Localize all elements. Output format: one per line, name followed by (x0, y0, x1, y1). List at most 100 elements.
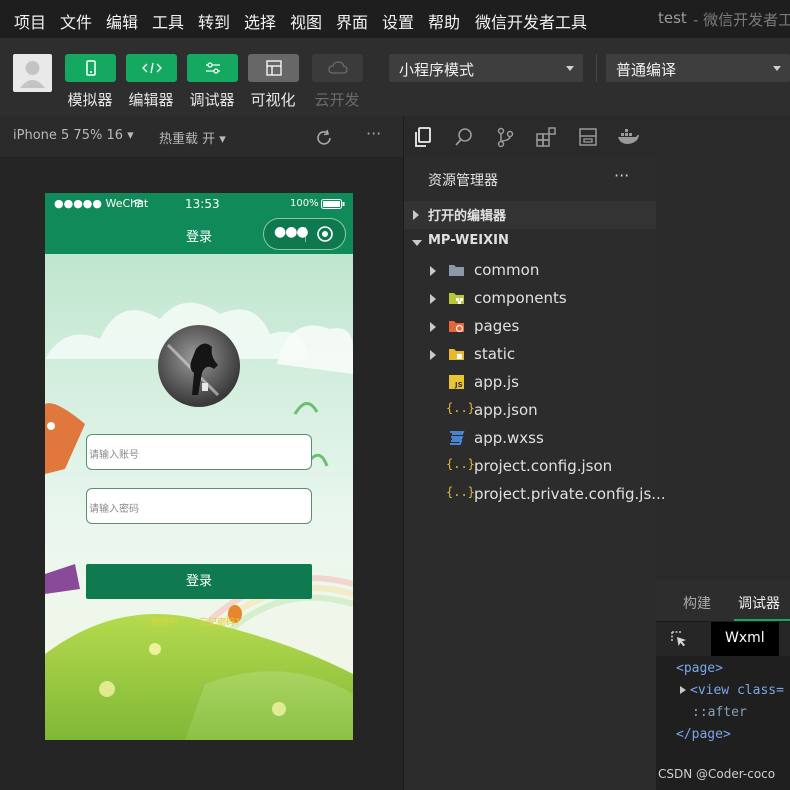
chevron-right-icon (430, 350, 436, 360)
tree-item-static[interactable]: static (404, 341, 656, 369)
menu-select[interactable]: 选择 (244, 9, 276, 33)
more-icon[interactable]: ··· (366, 124, 381, 143)
compile-select-value: 普通编译 (616, 61, 677, 79)
editor-button[interactable] (126, 54, 177, 82)
menu-interface[interactable]: 界面 (336, 9, 368, 33)
code-line-page-open[interactable]: <page> (676, 661, 723, 676)
tree-item-project-private-config[interactable]: {..} project.private.config.js... (404, 481, 666, 509)
editor-label[interactable]: 编辑器 (121, 89, 181, 110)
battery-icon (321, 199, 345, 209)
open-editors-section[interactable]: 打开的编辑器 (404, 201, 656, 229)
explorer-icon[interactable] (412, 126, 434, 148)
toolbar: 模拟器 编辑器 调试器 可视化 云开发 小程序模式 普通编译 (0, 38, 790, 116)
menu-edit[interactable]: 编辑 (106, 9, 138, 33)
password-placeholder: 请输入密码 (89, 504, 139, 515)
tree-item-label: pages (474, 317, 520, 335)
account-input[interactable]: 请输入账号 (86, 434, 312, 470)
window-title: test (658, 9, 687, 27)
extensions-icon[interactable] (535, 126, 557, 148)
phone-nav-bar: 登录 ●●● (45, 215, 353, 254)
toolbar-divider (596, 54, 597, 82)
capsule-menu: ●●● (263, 218, 346, 250)
tree-item-app-js[interactable]: JS app.js (404, 369, 656, 397)
chevron-down-icon (566, 66, 574, 71)
menu-project[interactable]: 项目 (14, 9, 46, 33)
chevron-right-icon (430, 294, 436, 304)
debugger-tabs: 构建 调试器 (656, 580, 790, 622)
chevron-down-icon (773, 66, 781, 71)
mode-select-value: 小程序模式 (399, 61, 475, 79)
chevron-right-icon (430, 322, 436, 332)
tree-item-label: app.js (474, 373, 519, 391)
visual-label[interactable]: 可视化 (243, 89, 303, 110)
forgot-password-link[interactable]: 忘记密码? (199, 615, 240, 628)
hot-reload-label: 热重载 开 (159, 132, 216, 147)
code-line-page-close[interactable]: </page> (676, 727, 731, 742)
new-user-link[interactable]: 新用户 (151, 615, 178, 628)
simulator-label[interactable]: 模拟器 (60, 89, 120, 110)
tree-item-app-wxss[interactable]: app.wxss (404, 425, 656, 453)
search-icon[interactable] (453, 126, 475, 148)
menu-help[interactable]: 帮助 (428, 9, 460, 33)
phone-status-bar: ●●●●● WeChat 13:53 100% (45, 193, 353, 215)
source-control-icon[interactable] (494, 126, 516, 148)
phone-icon (85, 60, 96, 76)
capsule-close-icon[interactable] (316, 225, 334, 243)
active-tab-indicator (734, 619, 790, 621)
avatar[interactable] (13, 54, 52, 92)
tab-build[interactable]: 构建 (683, 593, 711, 613)
menu-goto[interactable]: 转到 (198, 9, 230, 33)
refresh-icon[interactable] (314, 128, 334, 148)
expand-arrow-icon[interactable] (680, 686, 686, 694)
explorer-more-icon[interactable]: ··· (614, 166, 629, 185)
components-folder-icon (449, 293, 464, 304)
tree-item-common[interactable]: common (404, 257, 656, 285)
explorer-title: 资源管理器 (428, 173, 498, 189)
storage-icon[interactable] (577, 126, 599, 148)
watermark: CSDN @Coder-coco (658, 767, 776, 781)
menu-view[interactable]: 视图 (290, 9, 322, 33)
login-button[interactable]: 登录 (86, 564, 312, 599)
menu-tools[interactable]: 工具 (152, 9, 184, 33)
tab-wxml[interactable]: Wxml (711, 622, 779, 656)
chevron-down-icon (412, 240, 422, 246)
password-input[interactable]: 请输入密码 (86, 488, 312, 524)
device-select[interactable]: iPhone 5 75% 16 ▾ (13, 128, 134, 143)
menu-settings[interactable]: 设置 (382, 9, 414, 33)
simulator-button[interactable] (65, 54, 116, 82)
project-root[interactable]: MP-WEIXIN (404, 229, 656, 257)
tree-item-components[interactable]: components (404, 285, 656, 313)
code-icon (141, 62, 162, 74)
tree-item-label: project.private.config.js... (474, 485, 666, 503)
tree-item-app-json[interactable]: {..} app.json (404, 397, 656, 425)
mode-select[interactable]: 小程序模式 (389, 54, 583, 82)
visual-button[interactable] (248, 54, 299, 82)
simulator-header: iPhone 5 75% 16 ▾ 热重载 开 ▾ ··· (0, 116, 403, 158)
layout-icon (265, 60, 282, 76)
inspect-element-icon[interactable] (670, 630, 688, 648)
cloud-button (312, 54, 363, 82)
tree-item-project-config[interactable]: {..} project.config.json (404, 453, 656, 481)
docker-icon[interactable] (616, 126, 640, 148)
tree-item-label: static (474, 345, 516, 363)
profile-avatar (158, 325, 240, 407)
hot-reload-select[interactable]: 热重载 开 ▾ (159, 128, 226, 147)
pages-folder-icon (449, 321, 464, 333)
menu-wechat-devtools[interactable]: 微信开发者工具 (475, 9, 587, 33)
chevron-right-icon (430, 266, 436, 276)
json-file-icon: {..} (446, 485, 475, 499)
tree-item-pages[interactable]: pages (404, 313, 656, 341)
compile-select[interactable]: 普通编译 (606, 54, 790, 82)
window-title-suffix: - 微信开发者工 (693, 11, 790, 29)
code-line-view[interactable]: <view class= (690, 683, 784, 698)
json-file-icon: {..} (446, 401, 475, 415)
code-line-after[interactable]: ::after (692, 705, 747, 720)
tab-debugger[interactable]: 调试器 (738, 593, 780, 613)
menu-file[interactable]: 文件 (60, 9, 92, 33)
tree-item-label: components (474, 289, 567, 307)
folder-icon (449, 265, 464, 276)
tab-wxml-label: Wxml (725, 630, 765, 646)
capsule-more-icon[interactable]: ●●● (274, 224, 309, 240)
debugger-label[interactable]: 调试器 (182, 89, 242, 110)
debugger-button[interactable] (187, 54, 238, 82)
